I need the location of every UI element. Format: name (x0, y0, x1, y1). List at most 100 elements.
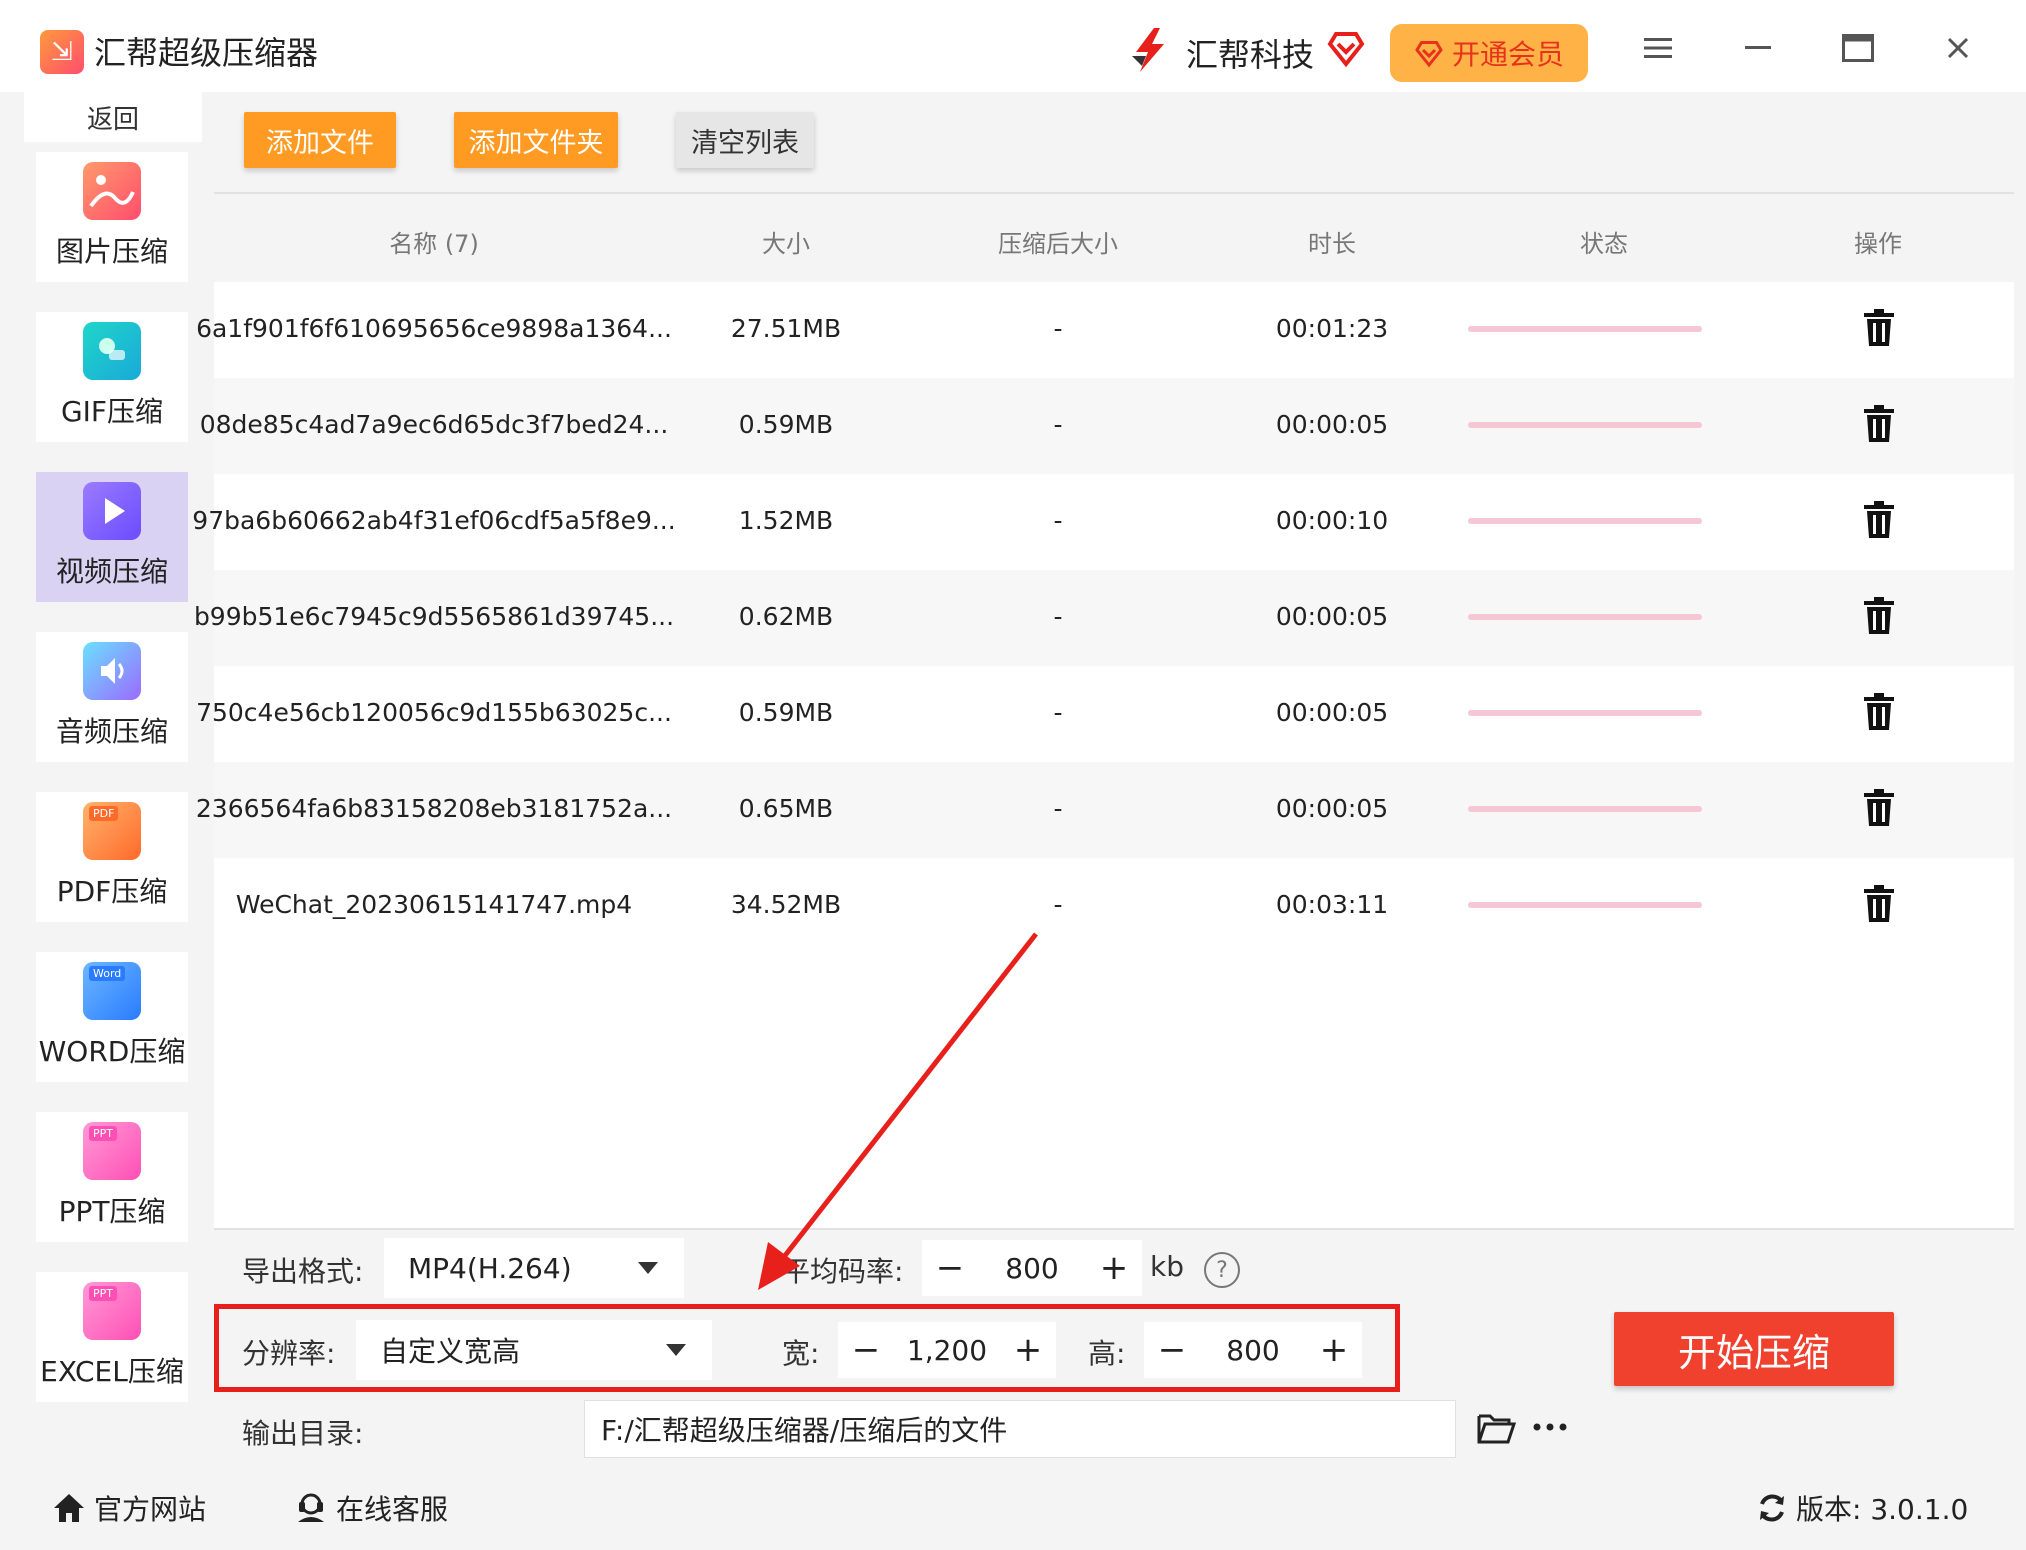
diamond-heart-icon (1327, 32, 1365, 68)
sidebar-item-label: 音频压缩 (55, 715, 168, 748)
bitrate-decrease-button[interactable]: − (922, 1240, 978, 1296)
column-header-name[interactable]: 名称 (7) (389, 224, 479, 259)
file-size: 27.51MB (730, 314, 842, 343)
title-bar: ⇲ 汇帮超级压缩器 汇帮科技 开通会员 (0, 0, 2026, 92)
height-label: 高: (1088, 1337, 1126, 1370)
resolution-select[interactable]: 自定义宽高 (356, 1320, 712, 1380)
sidebar-item-label: 视频压缩 (55, 555, 168, 588)
width-increase-button[interactable]: + (1000, 1322, 1056, 1378)
excel-badge: PPT (89, 1286, 117, 1301)
height-decrease-button[interactable]: − (1144, 1322, 1200, 1378)
sidebar-item-excel[interactable]: PPT EXCEL压缩 (36, 1272, 188, 1402)
trash-icon[interactable] (1862, 884, 1896, 924)
file-duration: 00:00:05 (1275, 794, 1389, 823)
file-size: 0.62MB (738, 602, 834, 631)
close-icon[interactable] (1936, 26, 1980, 70)
ppt-badge: PPT (89, 1126, 117, 1141)
width-value[interactable]: 1,200 (894, 1334, 1000, 1367)
column-header-status[interactable]: 状态 (1580, 224, 1628, 259)
file-name: 6a1f901f6f610695656ce9898a1364... (196, 314, 672, 343)
file-duration: 00:00:10 (1275, 506, 1389, 535)
table-header: 名称 (7) 大小 压缩后大小 时长 状态 操作 (214, 192, 2014, 282)
file-duration: 00:00:05 (1275, 602, 1389, 631)
sidebar-item-label: WORD压缩 (38, 1035, 186, 1068)
sidebar-item-ppt[interactable]: PPT PPT压缩 (36, 1112, 188, 1242)
column-header-duration[interactable]: 时长 (1308, 224, 1356, 259)
file-size: 34.52MB (730, 890, 842, 919)
status-progress-bar (1468, 518, 1702, 524)
minimize-icon[interactable] (1736, 26, 1780, 70)
trash-icon[interactable] (1862, 500, 1896, 540)
maximize-icon[interactable] (1836, 26, 1880, 70)
status-progress-bar (1468, 710, 1702, 716)
back-button[interactable]: 返回 (24, 92, 202, 142)
table-row[interactable]: 97ba6b60662ab4f31ef06cdf5a5f8e9... 1.52M… (192, 474, 2014, 570)
add-file-button[interactable]: 添加文件 (244, 112, 396, 168)
version-info[interactable]: 版本: 3.0.1.0 (1756, 1488, 1968, 1528)
compressed-size: - (1053, 506, 1063, 535)
clear-list-button[interactable]: 清空列表 (676, 112, 814, 168)
trash-icon[interactable] (1862, 404, 1896, 444)
resolution-label: 分辨率: (242, 1337, 336, 1370)
word-icon: Word (83, 962, 141, 1020)
width-stepper: − 1,200 + (838, 1322, 1056, 1378)
chevron-down-icon (666, 1344, 686, 1356)
file-size: 1.52MB (738, 506, 834, 535)
add-folder-button[interactable]: 添加文件夹 (454, 112, 618, 168)
table-row[interactable]: 750c4e56cb120056c9d155b63025c... 0.59MB … (196, 666, 2014, 762)
column-header-size[interactable]: 大小 (762, 224, 810, 259)
status-progress-bar (1468, 614, 1702, 620)
column-header-compressed-size[interactable]: 压缩后大小 (998, 224, 1118, 259)
table-row[interactable]: WeChat_20230615141747.mp4 34.52MB - 00:0… (214, 858, 2014, 954)
sidebar-item-audio[interactable]: 音频压缩 (36, 632, 188, 762)
online-support-label: 在线客服 (336, 1493, 449, 1526)
width-decrease-button[interactable]: − (838, 1322, 894, 1378)
sidebar-item-image[interactable]: 图片压缩 (36, 152, 188, 282)
folder-open-icon[interactable] (1476, 1410, 1516, 1446)
status-progress-bar (1468, 902, 1702, 908)
height-increase-button[interactable]: + (1306, 1322, 1362, 1378)
trash-icon[interactable] (1862, 596, 1896, 636)
more-options-icon[interactable] (1532, 1422, 1568, 1432)
version-label: 版本: 3.0.1.0 (1796, 1493, 1969, 1526)
bitrate-unit: kb (1150, 1250, 1184, 1283)
compressed-size: - (1053, 314, 1063, 343)
image-icon (83, 162, 141, 220)
sidebar-item-label: GIF压缩 (60, 395, 164, 428)
sidebar-item-gif[interactable]: GIF压缩 (36, 312, 188, 442)
official-website-link[interactable]: 官方网站 (52, 1488, 206, 1528)
file-name: b99b51e6c7945c9d5565861d39745... (193, 602, 675, 631)
sidebar-item-label: PDF压缩 (56, 875, 168, 908)
trash-icon[interactable] (1862, 692, 1896, 732)
column-header-action: 操作 (1854, 230, 1902, 258)
file-duration: 00:00:05 (1275, 410, 1389, 439)
sidebar: 返回 图片压缩 GIF压缩 视频压缩 音频压缩 PDF PDF压缩 Word W… (0, 92, 212, 1472)
table-row[interactable]: b99b51e6c7945c9d5565861d39745... 0.62MB … (194, 570, 2014, 666)
output-directory-input[interactable]: F:/汇帮超级压缩器/压缩后的文件 (584, 1400, 1456, 1458)
bitrate-value[interactable]: 800 (978, 1252, 1086, 1285)
vip-button[interactable]: 开通会员 (1390, 24, 1588, 82)
trash-icon[interactable] (1862, 788, 1896, 828)
file-name: 08de85c4ad7a9ec6d65dc3f7bed24... (199, 410, 669, 439)
table-row[interactable]: 08de85c4ad7a9ec6d65dc3f7bed24... 0.59MB … (200, 378, 2014, 474)
sidebar-item-pdf[interactable]: PDF PDF压缩 (36, 792, 188, 922)
trash-icon[interactable] (1862, 308, 1896, 348)
headset-icon (298, 1493, 324, 1522)
online-support-link[interactable]: 在线客服 (294, 1488, 448, 1528)
table-row[interactable]: 2366564fa6b83158208eb3181752a... 0.65MB … (196, 762, 2014, 858)
sidebar-item-label: EXCEL压缩 (40, 1355, 184, 1388)
help-icon[interactable]: ? (1204, 1252, 1240, 1288)
height-stepper: − 800 + (1144, 1322, 1362, 1378)
format-select[interactable]: MP4(H.264) (384, 1238, 684, 1298)
sidebar-item-video[interactable]: 视频压缩 (36, 472, 188, 602)
word-badge: Word (89, 966, 126, 981)
menu-icon[interactable] (1636, 26, 1680, 70)
bitrate-increase-button[interactable]: + (1086, 1240, 1142, 1296)
start-compress-button[interactable]: 开始压缩 (1614, 1312, 1894, 1386)
video-icon (83, 482, 141, 540)
table-row[interactable]: 6a1f901f6f610695656ce9898a1364... 27.51M… (196, 282, 2014, 378)
sidebar-item-word[interactable]: Word WORD压缩 (36, 952, 188, 1082)
height-value[interactable]: 800 (1200, 1334, 1306, 1367)
compressed-size: - (1053, 602, 1063, 631)
format-value: MP4(H.264) (408, 1251, 572, 1285)
